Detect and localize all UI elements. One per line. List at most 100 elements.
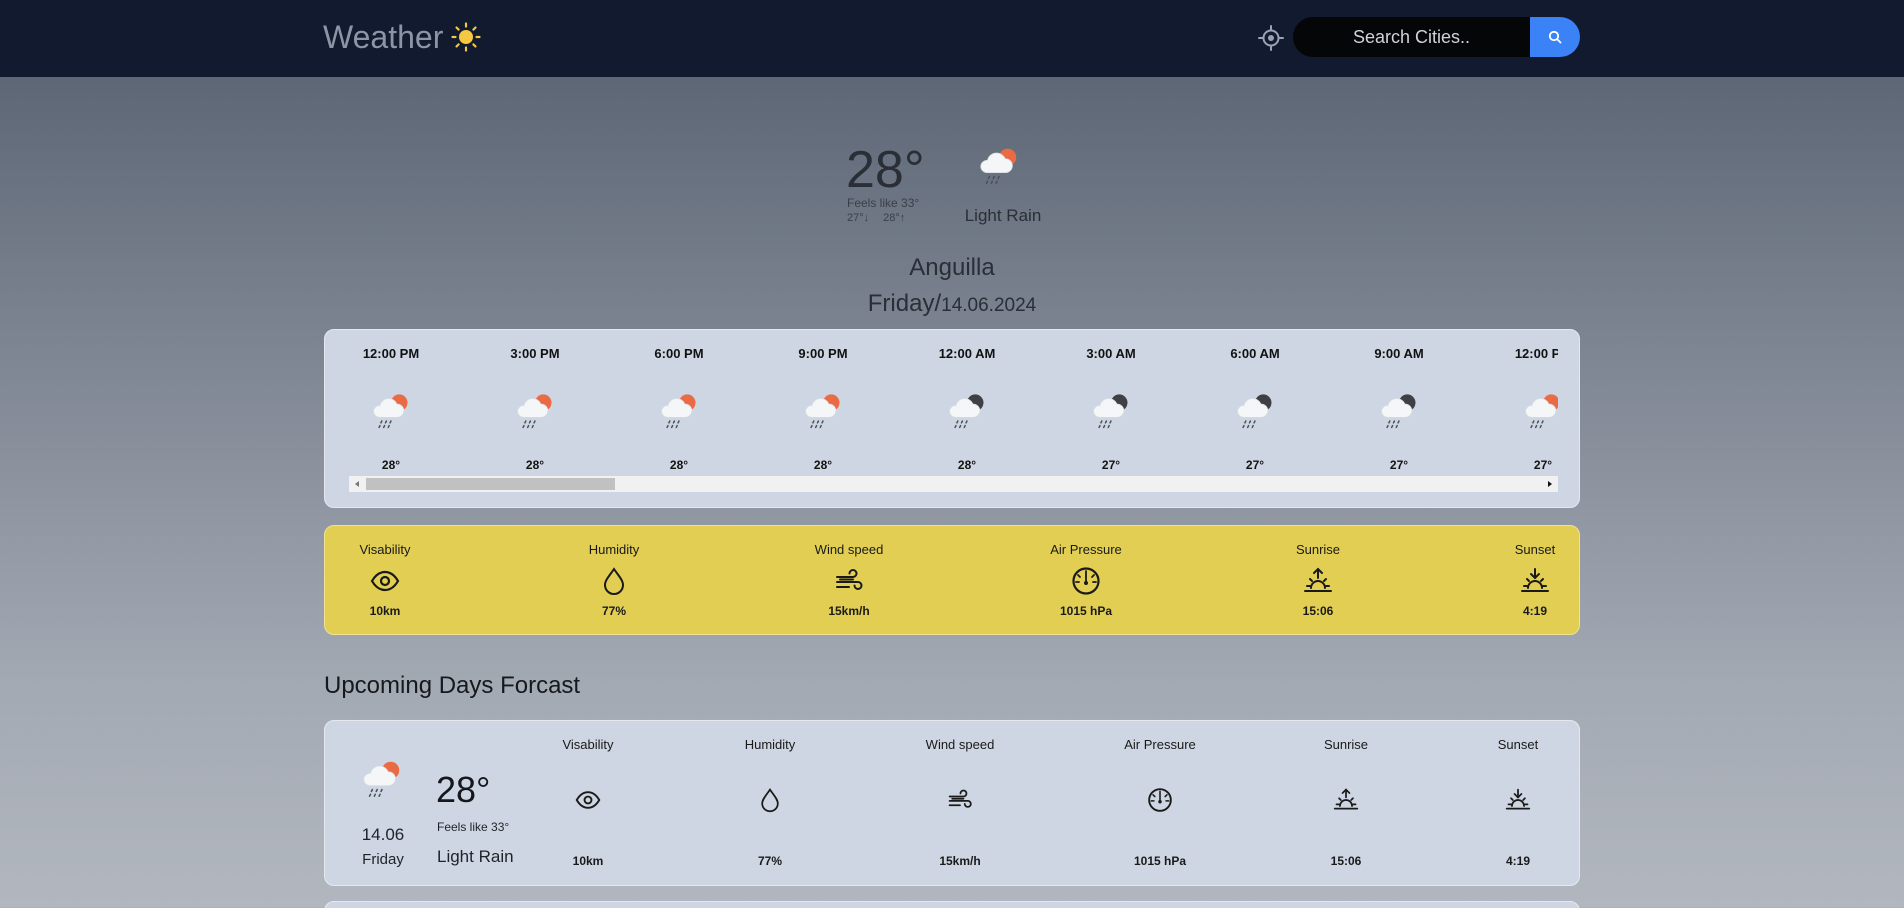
current-location-button[interactable] (1258, 25, 1284, 51)
eye-icon (575, 787, 601, 813)
today-details: Visability 10km Humidity 77% Wind speed … (324, 525, 1580, 635)
feels-like: Feels like 33° (847, 196, 920, 210)
max-temperature: 28°↑ (883, 212, 906, 224)
min-temperature: 27°↓ (847, 212, 870, 224)
scroll-thumb[interactable] (366, 478, 615, 490)
detail-label: Wind speed (925, 737, 995, 752)
search-icon (1548, 30, 1562, 44)
detail-label: Wind speed (814, 542, 884, 557)
navbar: Weather (0, 0, 1904, 77)
hour-time: 3:00 AM (1086, 346, 1136, 361)
hour-temp: 27° (1389, 458, 1409, 472)
scroll-right-button[interactable] (1541, 476, 1558, 492)
droplet-icon (599, 566, 629, 596)
cloud-sun-rain-icon (1521, 388, 1558, 432)
gauge-icon (1071, 566, 1101, 596)
detail-value: 1015 hPa (1133, 854, 1187, 868)
cloud-moon-rain-icon (1089, 388, 1133, 432)
hour-temp: 27° (1245, 458, 1265, 472)
hour-time: 9:00 AM (1374, 346, 1424, 361)
min-max-temperature: 27°↓ 28°↑ (847, 212, 905, 224)
cloud-sun-rain-icon (513, 388, 557, 432)
city-name: Anguilla (909, 254, 995, 281)
detail-value: 15:06 (1330, 854, 1362, 868)
day-condition: Light Rain (437, 847, 514, 866)
hour-time: 3:00 PM (510, 346, 560, 361)
detail-value: 4:19 (1522, 604, 1548, 618)
date-value: 14.06.2024 (941, 295, 1037, 316)
eye-icon (370, 566, 400, 596)
detail-label: Visability (359, 542, 411, 557)
hour-temp: 28° (381, 458, 401, 472)
search-input[interactable] (1293, 17, 1530, 57)
day-name: Friday/ (867, 290, 942, 317)
sunset-icon (1505, 787, 1531, 813)
hourly-strip[interactable]: 12:00 PM 28° 3:00 PM 28° 6:00 PM 28° 9:0… (349, 330, 1558, 480)
crosshair-icon (1258, 25, 1284, 51)
detail-value: 4:19 (1505, 854, 1531, 868)
cloud-sun-rain-icon (976, 142, 1022, 188)
current-temperature: 28° (846, 141, 925, 199)
hour-time: 6:00 AM (1230, 346, 1280, 361)
sunrise-icon (1333, 787, 1359, 813)
hour-temp: 27° (1101, 458, 1121, 472)
cloud-sun-rain-icon (657, 388, 701, 432)
day-temperature: 28° (436, 769, 491, 810)
detail-value: 10km (572, 854, 604, 868)
hour-time: 12:00 PM (1514, 346, 1558, 361)
hourly-forecast: 12:00 PM 28° 3:00 PM 28° 6:00 PM 28° 9:0… (324, 329, 1580, 508)
hour-time: 9:00 PM (798, 346, 848, 361)
detail-value: 15km/h (828, 604, 870, 618)
detail-label: Sunrise (1295, 542, 1341, 557)
wind-icon (834, 566, 864, 596)
brand-logo[interactable]: Weather (323, 14, 481, 60)
detail-label: Air Pressure (1124, 737, 1196, 752)
cloud-sun-rain-icon (369, 388, 413, 432)
day-forecast-card[interactable]: 14.06 Friday 28° Feels like 33° Light Ra… (324, 720, 1580, 886)
hour-time: 6:00 PM (654, 346, 704, 361)
hour-temp: 28° (525, 458, 545, 472)
detail-label: Humidity (588, 542, 640, 557)
detail-label: Visability (562, 737, 614, 752)
sunset-icon (1520, 566, 1550, 596)
day-forecast-card[interactable] (324, 901, 1580, 908)
detail-value: 77% (601, 604, 627, 618)
current-condition: Light Rain (964, 206, 1042, 225)
detail-label: Sunrise (1323, 737, 1369, 752)
detail-value: 1015 hPa (1059, 604, 1113, 618)
cloud-moon-rain-icon (1377, 388, 1421, 432)
hour-time: 12:00 AM (938, 346, 996, 361)
day-name: Friday (362, 851, 404, 868)
droplet-icon (757, 787, 783, 813)
detail-label: Humidity (744, 737, 796, 752)
detail-label: Sunset (1514, 542, 1556, 557)
scroll-left-button[interactable] (349, 476, 366, 492)
day-date: 14.06 (361, 825, 405, 844)
sunrise-icon (1303, 566, 1333, 596)
cloud-sun-rain-icon (801, 388, 845, 432)
detail-label: Sunset (1497, 737, 1539, 752)
wind-icon (947, 787, 973, 813)
arrow-right-icon (1548, 481, 1552, 487)
detail-label: Air Pressure (1050, 542, 1122, 557)
cloud-moon-rain-icon (945, 388, 989, 432)
arrow-left-icon (355, 481, 359, 487)
day-feels-like: Feels like 33° (437, 820, 510, 834)
current-date: Friday/14.06.2024 (852, 290, 1052, 318)
hour-temp: 28° (957, 458, 977, 472)
upcoming-title: Upcoming Days Forcast (324, 672, 581, 699)
detail-value: 15km/h (939, 854, 981, 868)
detail-value: 15:06 (1302, 604, 1334, 618)
hourly-scrollbar[interactable] (349, 476, 1558, 492)
detail-value: 10km (369, 604, 401, 618)
sun-icon (451, 22, 481, 52)
brand-title: Weather (323, 18, 444, 55)
hour-temp: 28° (669, 458, 689, 472)
hour-temp: 28° (813, 458, 833, 472)
search-button[interactable] (1530, 17, 1580, 57)
cloud-sun-rain-icon (359, 755, 405, 801)
hour-time: 12:00 PM (362, 346, 420, 361)
cloud-moon-rain-icon (1233, 388, 1277, 432)
detail-value: 77% (757, 854, 783, 868)
gauge-icon (1147, 787, 1173, 813)
